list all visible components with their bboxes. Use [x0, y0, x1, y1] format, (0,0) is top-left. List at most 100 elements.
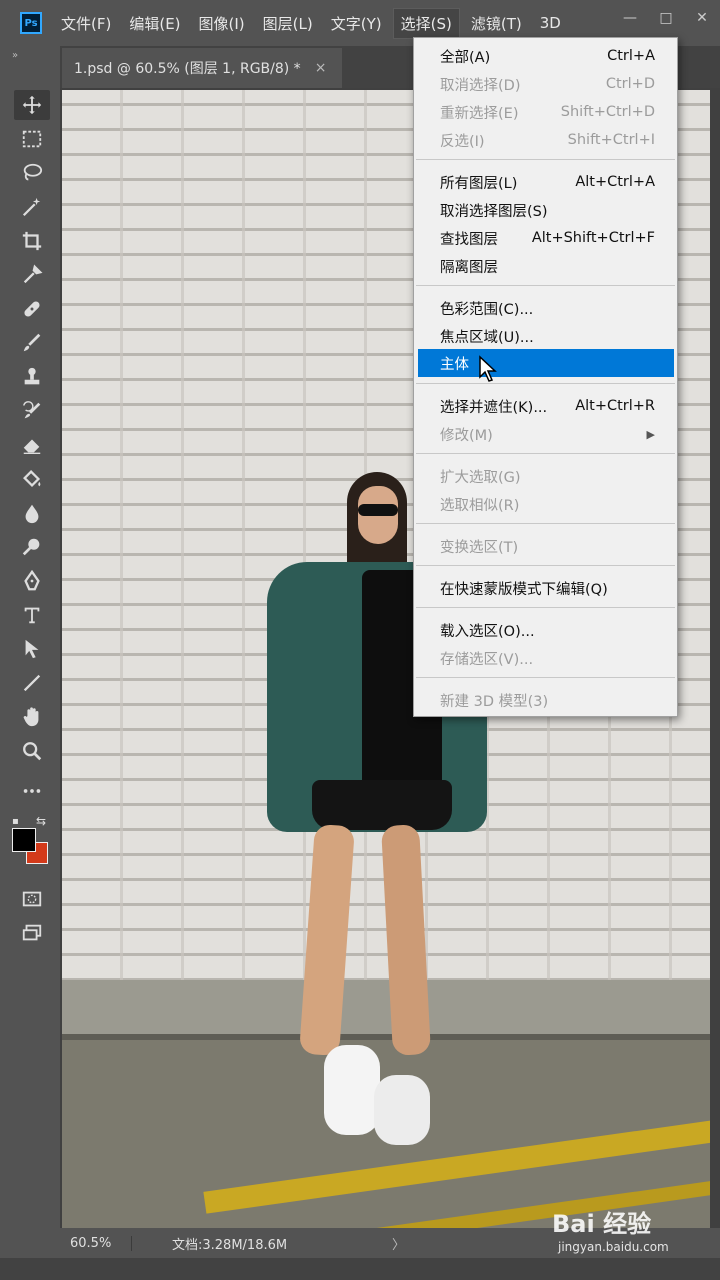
menu-item-inverse[interactable]: 反选(I) Shift+Ctrl+I	[414, 126, 677, 154]
select-menu-dropdown: 全部(A) Ctrl+A 取消选择(D) Ctrl+D 重新选择(E) Shif…	[413, 37, 678, 717]
maximize-button[interactable]: □	[648, 4, 684, 32]
default-colors-icon[interactable]: ▪	[12, 816, 19, 827]
menu-item-label: 选取相似(R)	[440, 497, 520, 514]
minimize-button[interactable]: —	[612, 4, 648, 32]
close-tab-icon[interactable]: ×	[315, 60, 327, 76]
menu-item-shortcut: Shift+Ctrl+I	[567, 132, 655, 148]
dodge-icon[interactable]	[14, 532, 50, 562]
color-swatches[interactable]: ▪ ⇆	[12, 814, 52, 866]
menu-separator	[416, 285, 675, 286]
menu-item-similar[interactable]: 选取相似(R)	[414, 490, 677, 518]
menu-item-label: 存储选区(V)...	[440, 651, 534, 668]
submenu-arrow-icon: ▶	[646, 427, 655, 441]
menu-item-isolate-layers[interactable]: 隔离图层	[414, 252, 677, 280]
menu-separator	[416, 607, 675, 608]
document-info: 文档:3.28M/18.6M	[172, 1237, 288, 1253]
menu-item-deselect[interactable]: 取消选择(D) Ctrl+D	[414, 70, 677, 98]
zoom-level[interactable]: 60.5%	[60, 1235, 132, 1251]
menu-item-shortcut: Ctrl+D	[605, 76, 655, 92]
menu-item-subject[interactable]: 主体	[418, 349, 674, 377]
black-skirt	[312, 780, 452, 830]
menu-item-find-layers[interactable]: 查找图层 Alt+Shift+Ctrl+F	[414, 224, 677, 252]
more-icon[interactable]	[14, 776, 50, 806]
menu-item-label: 修改(M)	[440, 427, 493, 444]
menu-item-label: 主体	[440, 356, 469, 373]
menu-layer[interactable]: 图层(L)	[256, 9, 320, 38]
document-tab[interactable]: 1.psd @ 60.5% (图层 1, RGB/8) * ×	[62, 48, 342, 88]
history-brush-icon[interactable]	[14, 396, 50, 426]
menu-item-label: 隔离图层	[440, 259, 498, 276]
eraser-icon[interactable]	[14, 430, 50, 460]
foreground-color-swatch[interactable]	[12, 828, 36, 852]
menu-separator	[416, 159, 675, 160]
menu-separator	[416, 565, 675, 566]
menu-separator	[416, 523, 675, 524]
document-tab-title: 1.psd @ 60.5% (图层 1, RGB/8) *	[74, 61, 301, 77]
hand-icon[interactable]	[14, 702, 50, 732]
healing-brush-icon[interactable]	[14, 294, 50, 324]
menu-item-focus-area[interactable]: 焦点区域(U)...	[414, 322, 677, 350]
menu-item-label: 焦点区域(U)...	[440, 329, 534, 346]
swap-colors-icon[interactable]: ⇆	[36, 814, 46, 828]
path-selection-icon[interactable]	[14, 634, 50, 664]
screen-mode-icon[interactable]	[14, 918, 50, 948]
baidu-watermark: Bai 经验 jingyan.baidu.com	[550, 1200, 710, 1270]
zoom-icon[interactable]	[14, 736, 50, 766]
menu-item-shortcut: Shift+Ctrl+D	[560, 104, 655, 120]
right-leg	[381, 824, 431, 1056]
menu-select[interactable]: 选择(S)	[392, 7, 460, 39]
menu-item-all-layers[interactable]: 所有图层(L) Alt+Ctrl+A	[414, 168, 677, 196]
pen-icon[interactable]	[14, 566, 50, 596]
magic-wand-icon[interactable]	[14, 192, 50, 222]
menu-item-label: 所有图层(L)	[440, 175, 518, 192]
eyedropper-icon[interactable]	[14, 260, 50, 290]
menu-separator	[416, 383, 675, 384]
menu-item-quick-mask[interactable]: 在快速蒙版模式下编辑(Q)	[414, 574, 677, 602]
menu-item-label: 取消选择(D)	[440, 77, 521, 94]
menu-item-select-all[interactable]: 全部(A) Ctrl+A	[414, 42, 677, 70]
watermark-logo: Bai 经验	[552, 1210, 652, 1238]
menu-type[interactable]: 文字(Y)	[324, 9, 389, 38]
menu-item-label: 载入选区(O)...	[440, 623, 535, 640]
line-icon[interactable]	[14, 668, 50, 698]
menu-item-deselect-layers[interactable]: 取消选择图层(S)	[414, 196, 677, 224]
menu-file[interactable]: 文件(F)	[54, 9, 118, 38]
menu-filter[interactable]: 滤镜(T)	[464, 9, 529, 38]
menu-item-color-range[interactable]: 色彩范围(C)...	[414, 294, 677, 322]
menu-item-label: 色彩范围(C)...	[440, 301, 534, 318]
menu-item-new-3d-model[interactable]: 新建 3D 模型(3)	[414, 686, 677, 714]
menu-item-load-selection[interactable]: 载入选区(O)...	[414, 616, 677, 644]
status-menu-arrow-icon[interactable]: 〉	[392, 1234, 405, 1253]
menu-separator	[416, 453, 675, 454]
blur-icon[interactable]	[14, 498, 50, 528]
clone-stamp-icon[interactable]	[14, 362, 50, 392]
menu-item-shortcut: Alt+Ctrl+A	[575, 174, 655, 190]
panel-expander[interactable]: »	[0, 46, 60, 88]
mouse-cursor-icon	[479, 355, 497, 382]
right-sneaker	[374, 1075, 430, 1145]
paint-bucket-icon[interactable]	[14, 464, 50, 494]
left-sneaker	[324, 1045, 380, 1135]
menu-separator	[416, 677, 675, 678]
menu-item-save-selection[interactable]: 存储选区(V)...	[414, 644, 677, 672]
menu-item-modify[interactable]: 修改(M) ▶	[414, 420, 677, 448]
quick-mask-icon[interactable]	[14, 884, 50, 914]
menu-item-reselect[interactable]: 重新选择(E) Shift+Ctrl+D	[414, 98, 677, 126]
menu-item-label: 查找图层	[440, 231, 498, 248]
crop-icon[interactable]	[14, 226, 50, 256]
lasso-icon[interactable]	[14, 158, 50, 188]
close-button[interactable]: ✕	[684, 4, 720, 32]
menu-edit[interactable]: 编辑(E)	[122, 9, 187, 38]
menu-image[interactable]: 图像(I)	[192, 9, 252, 38]
double-chevron-icon: »	[12, 50, 19, 61]
move-icon[interactable]	[14, 90, 50, 120]
menu-item-transform-selection[interactable]: 变换选区(T)	[414, 532, 677, 560]
menu-item-label: 新建 3D 模型(3)	[440, 693, 549, 710]
menu-3d[interactable]: 3D	[533, 10, 568, 36]
type-icon[interactable]	[14, 600, 50, 630]
menu-item-select-and-mask[interactable]: 选择并遮住(K)... Alt+Ctrl+R	[414, 392, 677, 420]
marquee-icon[interactable]	[14, 124, 50, 154]
menu-item-label: 选择并遮住(K)...	[440, 399, 548, 416]
menu-item-grow[interactable]: 扩大选取(G)	[414, 462, 677, 490]
brush-icon[interactable]	[14, 328, 50, 358]
